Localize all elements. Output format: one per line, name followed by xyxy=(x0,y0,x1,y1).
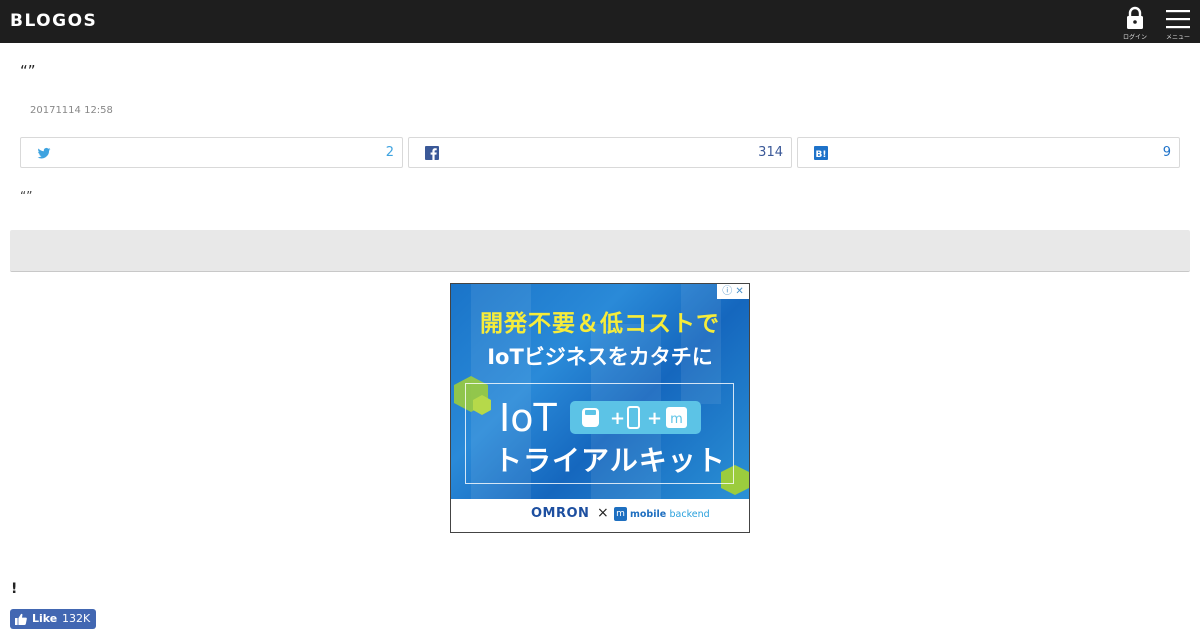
ad-product-box: IoT + + m トライアルキット xyxy=(465,383,734,484)
like-label: Like xyxy=(32,612,58,625)
facebook-like-button[interactable]: Like 132K xyxy=(10,609,96,629)
twitter-icon xyxy=(37,147,51,159)
advertisement-banner[interactable]: ⓘ ✕ 開発不要＆低コストで IoTビジネスをカタチに IoT + + m トラ… xyxy=(450,283,750,533)
lock-icon xyxy=(1127,6,1143,29)
thumbs-up-icon xyxy=(15,613,27,625)
ad-close-icon[interactable]: ✕ xyxy=(735,286,743,297)
svg-text:B!: B! xyxy=(816,150,827,160)
hatena-bookmark-button[interactable]: B! 9 xyxy=(797,137,1180,168)
device-icons: + + m xyxy=(582,406,687,429)
facebook-icon xyxy=(425,146,439,160)
mobile-backend-logo: mobile backend xyxy=(630,509,710,520)
svg-text:+: + xyxy=(647,408,662,429)
content-placeholder-bar xyxy=(10,230,1190,272)
site-header: BLOGOS ログイン メニュー xyxy=(0,0,1200,43)
hatena-bookmark-count: 9 xyxy=(1162,145,1171,160)
ad-subheadline: IoTビジネスをカタチに xyxy=(487,345,713,369)
login-label: ログイン xyxy=(1122,34,1147,41)
menu-label: メニュー xyxy=(1165,34,1190,41)
svg-text:m: m xyxy=(670,412,683,427)
hamburger-icon xyxy=(1166,10,1190,29)
article-date: 20171114 12:58 xyxy=(30,105,113,116)
hatena-bookmark-icon: B! xyxy=(814,146,828,160)
ad-info-icon[interactable]: ⓘ xyxy=(722,286,732,297)
facebook-share-button[interactable]: 314 xyxy=(408,137,792,168)
login-button[interactable]: ログイン xyxy=(1115,5,1155,41)
mobile-backend-a: mobile xyxy=(630,509,667,520)
ad-device-pill: + + m xyxy=(570,401,701,434)
ad-footer: OMRON × m mobile backend xyxy=(451,499,749,532)
omron-logo: OMRON xyxy=(531,506,590,521)
mobile-backend-b: backend xyxy=(669,509,710,520)
mobile-backend-icon: m xyxy=(614,507,627,521)
ad-choices[interactable]: ⓘ ✕ xyxy=(717,284,749,299)
svg-text:+: + xyxy=(610,408,625,429)
exclamation-text: ! xyxy=(11,581,18,597)
site-logo[interactable]: BLOGOS xyxy=(10,11,97,31)
twitter-share-count: 2 xyxy=(385,145,394,160)
ad-cross: × xyxy=(597,505,609,521)
ad-headline: 開発不要＆低コストで xyxy=(480,311,720,337)
menu-button[interactable]: メニュー xyxy=(1158,5,1198,41)
ad-kit-title: トライアルキット xyxy=(494,444,726,477)
article-lead: “” xyxy=(20,189,33,203)
like-count: 132K xyxy=(62,612,91,625)
article-title: “” xyxy=(20,62,36,80)
twitter-share-button[interactable]: 2 xyxy=(20,137,403,168)
facebook-share-count: 314 xyxy=(758,145,783,160)
ad-product-name: IoT xyxy=(499,396,557,440)
